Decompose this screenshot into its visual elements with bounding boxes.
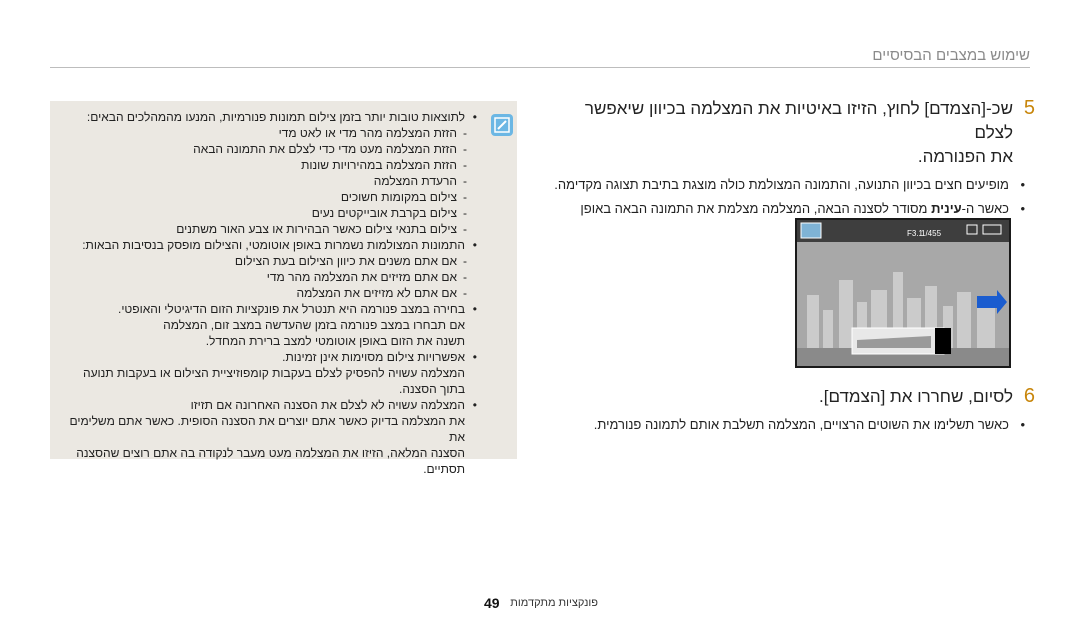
note-item: את המצלמה בדיוק כאשר אתם יוצרים את הסצנה… [69,414,465,444]
step-6-bullets: כאשר תשלימו את השוטים הרצויים, המצלמה תש… [545,415,1035,435]
note-item: הסצנה המלאה, הזיזו את המצלמה מעט מעבר לנ… [76,446,465,460]
camera-screen-illustration: F3.1 1/455 [795,218,1011,368]
note-item: אם אתם משנים את כיוון הצילום בעת הצילום [57,253,477,269]
note-item: אם אתם לא מזיזים את המצלמה [57,285,477,301]
page-footer: פונקציות מתקדמות 49 [0,595,1080,615]
note-item: לתוצאות טובות יותר בזמן צילום תמונות פנו… [57,109,477,125]
step-5-heading: 5 שכ-[הצמדם] לחוץ, הזיזו באיטיות את המצל… [545,97,1035,169]
step-5-bullet-1: מופיעים חצים בכיוון התנועה, והתמונה המצו… [545,175,1025,195]
section-title: שימוש במצבים הבסיסיים [872,47,1030,64]
note-item: צילום בתנאי צילום כאשר הבהירות או צבע הא… [57,221,477,237]
note-item: המצלמה עשויה לא לצלם את הסצנה האחרונה אם… [57,397,477,413]
step-5-line2: את הפנורמה. [917,147,1013,166]
step-6-text: לסיום, שחררו את [הצמדם]. [819,387,1013,406]
pencil-icon [494,117,510,133]
note-icon [491,114,513,136]
note-item: אם אתם מזיזים את המצלמה מהר מדי [57,269,477,285]
bullet-2-pre: כאשר ה- [961,201,1009,216]
footer-section: פונקציות מתקדמות [510,597,598,609]
note-item: צילום במקומות חשוכים [57,189,477,205]
note-item: הזזת המצלמה מהר מדי או לאט מדי [57,125,477,141]
page-header: שימוש במצבים הבסיסיים [50,43,1030,68]
note-item: אם תבחרו במצב פנורמה בזמן שהעדשה במצב זו… [163,318,465,332]
note-item: המצלמה עשויה להפסיק לצלם בעקבות קומפוזיצ… [82,366,465,380]
step-5-text: שכ-[הצמדם] לחוץ, הזיזו באיטיות את המצלמה… [545,97,1013,169]
step-5-line1: שכ-[הצמדם] לחוץ, הזיזו באיטיות את המצלמה… [584,99,1013,142]
step-6-bullet-1: כאשר תשלימו את השוטים הרצויים, המצלמה תש… [545,415,1025,435]
note-item: אפשרויות צילום מסוימות אינן זמינות. [57,349,477,365]
note-item: תסתיים. [423,462,465,476]
shutter-readout: 1/455 [921,229,942,238]
step-6: 6 לסיום, שחררו את [הצמדם]. כאשר תשלימו א… [545,385,1035,439]
panorama-scene: F3.1 1/455 [797,220,1009,366]
note-item: בתוך הסצנה. [399,382,465,396]
step-6-number: 6 [1023,385,1035,407]
note-item: הרעדת המצלמה [57,173,477,189]
note-item: הזזת המצלמה במהירויות שונות [57,157,477,173]
note-item: הזזת המצלמה מעט מדי כדי לצלם את התמונה ה… [57,141,477,157]
note-item: צילום בקרבת אובייקטים נעים [57,205,477,221]
bullet-2-bold: עינית [931,201,962,216]
note-box: לתוצאות טובות יותר בזמן צילום תמונות פנו… [50,101,517,476]
note-item: בחירה במצב פנורמה היא תנטרל את פונקציות … [57,301,477,317]
step-5-number: 5 [1023,97,1035,119]
note-item: התמונות המצולמות נשמרות באופן אוטומטי, ו… [57,237,477,253]
step-6-heading: 6 לסיום, שחררו את [הצמדם]. [545,385,1035,409]
page-number: 49 [484,595,500,611]
note-item: תשנה את הזום באופן אוטומטי למצב ברירת המ… [205,334,465,348]
note-list: לתוצאות טובות יותר בזמן צילום תמונות פנו… [57,109,477,477]
